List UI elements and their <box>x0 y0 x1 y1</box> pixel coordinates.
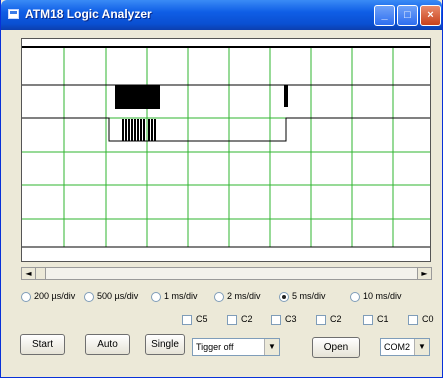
channel-1-pulse <box>284 85 288 107</box>
timebase-option-10ms[interactable]: 10 ms/div <box>350 291 402 302</box>
trigger-select[interactable]: Tigger off ▼ <box>192 338 280 356</box>
start-button[interactable]: Start <box>20 334 65 355</box>
timebase-option-500us[interactable]: 500 µs/div <box>84 291 138 302</box>
channel-2-pulse <box>131 119 133 141</box>
timebase-option-200us[interactable]: 200 µs/div <box>21 291 75 302</box>
channel-checkbox-c3[interactable]: C3 <box>271 314 297 325</box>
chevron-down-icon: ▼ <box>414 339 429 355</box>
scroll-thumb[interactable] <box>36 268 46 279</box>
logic-display <box>21 38 431 262</box>
grid-lines <box>22 47 430 247</box>
channel-2-pulse <box>137 119 139 141</box>
checkbox-icon <box>408 314 418 325</box>
checkbox-icon <box>271 314 281 325</box>
radio-icon <box>214 291 224 302</box>
scroll-left-arrow-icon[interactable]: ◄ <box>22 268 36 279</box>
channel-2-pulse <box>140 119 142 141</box>
horizontal-scrollbar[interactable]: ◄ ► <box>21 267 432 280</box>
logic-traces <box>22 46 430 248</box>
checkbox-icon <box>316 314 326 325</box>
checkbox-icon <box>227 314 237 325</box>
title-bar[interactable]: ATM18 Logic Analyzer _ □ × <box>1 0 442 30</box>
channel-2-trace <box>22 117 430 142</box>
channel-checkbox-c1[interactable]: C1 <box>363 314 389 325</box>
radio-icon <box>21 291 31 302</box>
close-button[interactable]: × <box>420 5 441 26</box>
timebase-option-2ms[interactable]: 2 ms/div <box>214 291 261 302</box>
channel-2-pulse <box>154 119 156 141</box>
checkbox-icon <box>182 314 192 325</box>
radio-icon <box>84 291 94 302</box>
channel-2-pulses <box>122 119 156 141</box>
radio-icon <box>350 291 360 302</box>
channel-checkbox-c2[interactable]: C2 <box>227 314 253 325</box>
timebase-option-1ms[interactable]: 1 ms/div <box>151 291 198 302</box>
app-icon <box>8 9 19 19</box>
channel-checkbox-c0[interactable]: C0 <box>408 314 434 325</box>
channel-checkbox-c2b[interactable]: C2 <box>316 314 342 325</box>
channel-1-burst <box>115 85 160 109</box>
channel-2-pulse <box>134 119 136 141</box>
single-button[interactable]: Single <box>145 334 185 355</box>
channel-2-pulse <box>148 119 150 141</box>
channel-2-pulse <box>151 119 153 141</box>
channel-2-pulse <box>128 119 130 141</box>
window-title: ATM18 Logic Analyzer <box>25 7 152 21</box>
scroll-right-arrow-icon[interactable]: ► <box>417 268 431 279</box>
port-value: COM2 <box>384 342 411 352</box>
auto-button[interactable]: Auto <box>85 334 130 355</box>
channel-checkbox-c5[interactable]: C5 <box>182 314 208 325</box>
channel-2-pulse <box>143 119 145 141</box>
radio-selected-icon <box>279 291 289 302</box>
checkbox-icon <box>363 314 373 325</box>
app-window: ATM18 Logic Analyzer _ □ × ◄ ► 200 µs/di… <box>0 0 443 378</box>
minimize-button[interactable]: _ <box>374 5 395 26</box>
port-select[interactable]: COM2 ▼ <box>380 338 430 356</box>
open-button[interactable]: Open <box>312 337 360 358</box>
channel-2-pulse <box>122 119 124 141</box>
chevron-down-icon: ▼ <box>264 339 279 355</box>
radio-icon <box>151 291 161 302</box>
timebase-option-5ms[interactable]: 5 ms/div <box>279 291 326 302</box>
channel-2-pulse <box>125 119 127 141</box>
trigger-value: Tigger off <box>196 342 234 352</box>
maximize-button[interactable]: □ <box>397 5 418 26</box>
